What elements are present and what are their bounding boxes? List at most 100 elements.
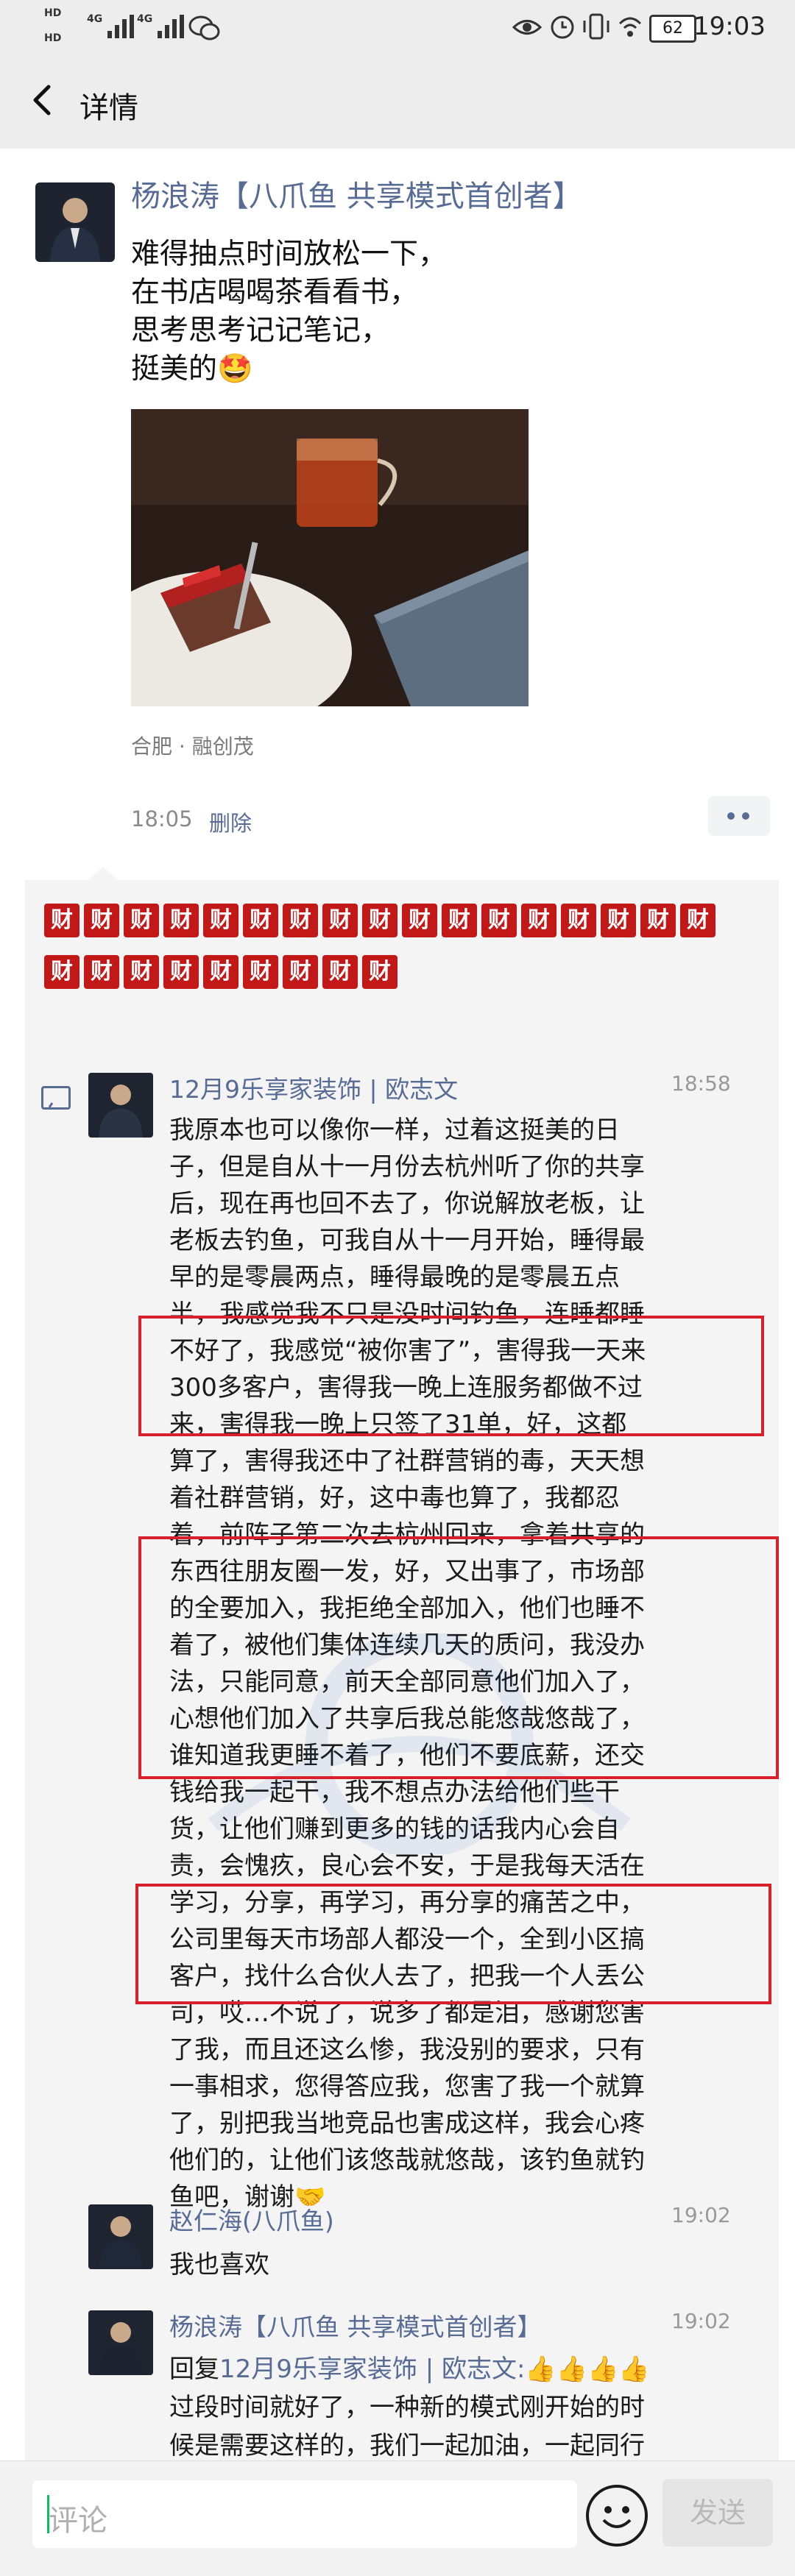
person-silhouette-icon xyxy=(50,198,100,262)
comment-time: 19:02 xyxy=(671,2309,731,2333)
comment-text-line: 候是需要这样的，我们一起加油，一起同行 xyxy=(169,2431,645,2460)
title-bar: 详情 xyxy=(0,56,795,149)
cai-sticker: 财 xyxy=(402,904,437,937)
author-avatar[interactable] xyxy=(35,182,115,262)
commenter-name[interactable]: 12月9乐享家装饰 | 欧志文 xyxy=(169,1070,458,1105)
comment-text-line: 过段时间就好了，一种新的模式刚开始的时 xyxy=(169,2393,645,2422)
person-silhouette-icon xyxy=(99,2216,143,2269)
person-silhouette-icon xyxy=(99,2322,143,2375)
cai-sticker: 财 xyxy=(362,955,398,989)
reply-prefix: 回复 xyxy=(169,2355,219,2384)
wechat-icon xyxy=(188,15,220,40)
post-photo[interactable] xyxy=(131,409,529,706)
cai-sticker: 财 xyxy=(84,904,119,937)
commenter-avatar[interactable] xyxy=(88,2310,153,2375)
comment-text-line: 早的是零晨两点，睡得最晚的是零晨五点 xyxy=(169,1263,620,1292)
post-text-line: 在书店喝喝茶看看书， xyxy=(131,276,419,309)
comment-text-line: 我原本也可以像你一样，过着这挺美的日 xyxy=(169,1115,620,1145)
comment-placeholder: 评论 xyxy=(49,2504,107,2538)
comment-text-line: 了我，而且还这么惨，我没别的要求，只有 xyxy=(169,2035,645,2065)
highlight-box xyxy=(135,1884,771,2004)
comment-input[interactable]: 评论 xyxy=(32,2480,577,2548)
comment-text-line: 老板去钓鱼，可我自从十一月开始，睡得最 xyxy=(169,1226,645,1255)
battery-indicator: 62 xyxy=(649,15,696,43)
back-arrow-icon[interactable] xyxy=(22,78,66,122)
cai-sticker: 财 xyxy=(481,904,517,937)
comment-box-caret xyxy=(88,867,118,880)
cai-sticker: 财 xyxy=(601,904,636,937)
hd-badge: HD xyxy=(44,7,62,19)
comment-time: 18:58 xyxy=(671,1071,731,1096)
reply-line: 回复12月9乐享家装饰 | 欧志文:👍👍👍👍 xyxy=(169,2349,650,2385)
cai-sticker: 财 xyxy=(442,904,477,937)
cai-sticker: 财 xyxy=(283,955,318,989)
commenter-name[interactable]: 赵仁海(八爪鱼) xyxy=(169,2201,334,2237)
highlight-box xyxy=(138,1536,779,1779)
comment-text: 我也喜欢 xyxy=(169,2250,269,2279)
status-bar: HD HD 4G 4G 62 19:03 xyxy=(0,0,795,56)
page-title: 详情 xyxy=(80,91,138,125)
vibrate-icon xyxy=(583,13,610,40)
comment-text-line: 算了，害得我还中了社群营销的毒，天天想 xyxy=(169,1447,645,1476)
post-text-line: 挺美的🤩 xyxy=(131,352,253,386)
post-text-line: 思考思考记记笔记， xyxy=(131,314,390,347)
cai-sticker: 财 xyxy=(44,955,80,989)
cai-sticker: 财 xyxy=(243,955,278,989)
commenter-name[interactable]: 杨浪涛【八爪鱼 共享模式首创者】 xyxy=(169,2307,542,2343)
highlight-box xyxy=(138,1316,764,1436)
clock: 19:03 xyxy=(693,12,766,41)
cai-sticker: 财 xyxy=(124,955,159,989)
cai-sticker: 财 xyxy=(561,904,596,937)
comment-text-line: 他们的，让他们该悠哉就悠哉，该钓鱼就钓 xyxy=(169,2146,645,2175)
smiley-icon xyxy=(602,2506,632,2528)
post-time: 18:05 xyxy=(131,806,193,831)
delete-link[interactable]: 删除 xyxy=(209,806,252,837)
cai-sticker: 财 xyxy=(521,904,556,937)
tea-cake-book-photo xyxy=(131,409,529,706)
cai-sticker: 财 xyxy=(322,904,358,937)
cai-sticker: 财 xyxy=(362,904,398,937)
comment-time: 19:02 xyxy=(671,2203,731,2227)
post-author-name[interactable]: 杨浪涛【八爪鱼 共享模式首创者】 xyxy=(131,172,582,215)
cai-sticker: 财 xyxy=(124,904,159,937)
wifi-icon xyxy=(618,17,642,37)
comment-text-line: 了，别把我当地竞品也害成这样，我会心疼 xyxy=(169,2109,645,2138)
post-location[interactable]: 合肥 · 融创茂 xyxy=(131,731,254,760)
signal-icon xyxy=(158,15,184,38)
cai-sticker: 财 xyxy=(203,904,239,937)
cai-sticker: 财 xyxy=(680,904,716,937)
likes-decoration: 财财财财财财财财财财财财财财财财财财财财财财财财财财 xyxy=(44,904,751,1036)
more-actions-button[interactable] xyxy=(708,796,770,836)
cai-sticker: 财 xyxy=(243,904,278,937)
cai-sticker: 财 xyxy=(322,955,358,989)
comment-icon xyxy=(41,1086,71,1110)
cai-sticker: 财 xyxy=(44,904,80,937)
dot-icon xyxy=(742,812,749,820)
alarm-icon xyxy=(551,15,574,39)
dot-icon xyxy=(727,812,735,820)
cai-sticker: 财 xyxy=(640,904,676,937)
eye-icon xyxy=(512,20,542,35)
commenter-avatar[interactable] xyxy=(88,2204,153,2269)
commenter-avatar[interactable] xyxy=(88,1073,153,1138)
hd-badge: HD xyxy=(44,32,62,44)
cai-sticker: 财 xyxy=(163,904,199,937)
cai-sticker: 财 xyxy=(84,955,119,989)
signal-label: 4G xyxy=(137,13,153,25)
signal-icon xyxy=(107,15,134,38)
person-silhouette-icon xyxy=(99,1085,143,1138)
comment-text-line: 子，但是自从十一月份去杭州听了你的共享 xyxy=(169,1152,645,1182)
reply-target[interactable]: 12月9乐享家装饰 | 欧志文: xyxy=(219,2355,525,2384)
send-button[interactable]: 发送 xyxy=(662,2479,773,2547)
comment-text-line: 着社群营销，好，这中毒也算了，我都忍 xyxy=(169,1483,620,1513)
cai-sticker: 财 xyxy=(203,955,239,989)
cai-sticker: 财 xyxy=(163,955,199,989)
comment-text-line: 一事相求，您得答应我，您害了我一个就算 xyxy=(169,2072,645,2101)
post-text-line: 难得抽点时间放松一下， xyxy=(131,238,448,271)
signal-label: 4G xyxy=(87,13,103,25)
thumbs-up-emoji: 👍👍👍👍 xyxy=(525,2355,650,2384)
emoji-button[interactable] xyxy=(586,2485,648,2547)
comment-text-line: 后，现在再也回不去了，你说解放老板，让 xyxy=(169,1189,645,1218)
cai-sticker: 财 xyxy=(283,904,318,937)
comment-input-bar: 评论 发送 xyxy=(0,2460,795,2576)
